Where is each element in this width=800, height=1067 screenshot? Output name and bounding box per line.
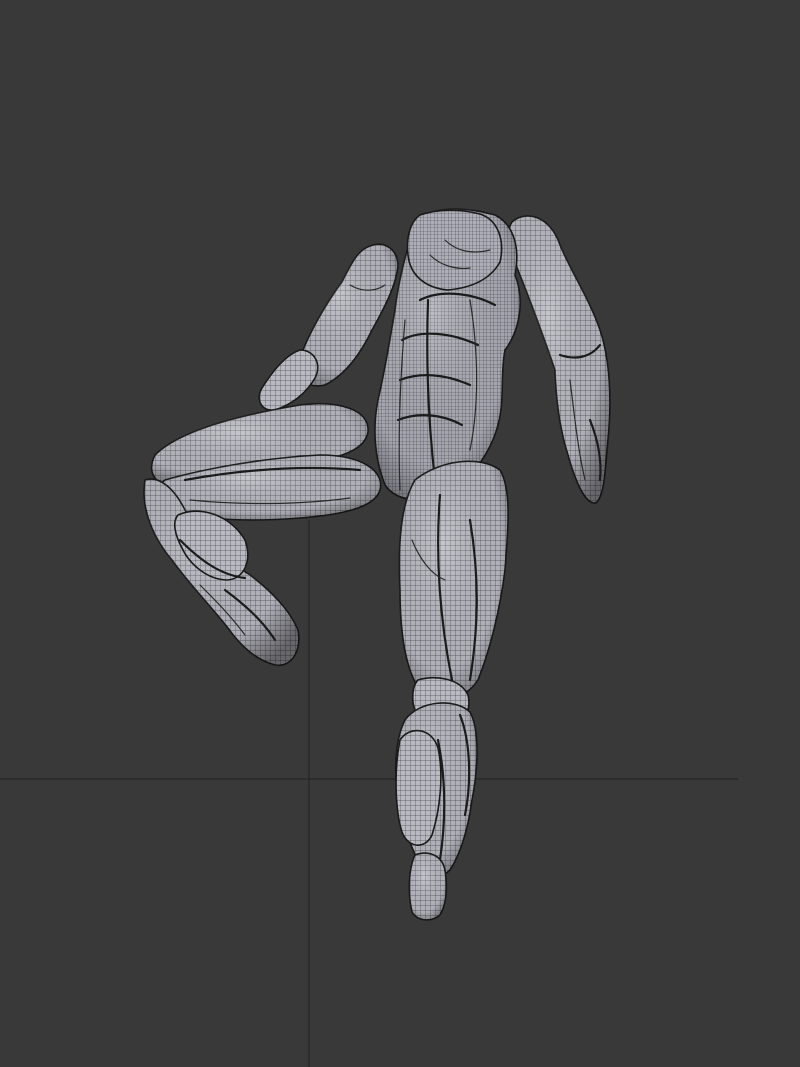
- viewport-canvas[interactable]: [0, 0, 800, 1067]
- muscle-figure[interactable]: [143, 208, 611, 921]
- left-leg[interactable]: [143, 402, 382, 666]
- 3d-viewport[interactable]: [0, 0, 800, 1067]
- torso[interactable]: [374, 208, 521, 501]
- left-arm[interactable]: [258, 243, 399, 411]
- right-arm[interactable]: [507, 215, 611, 504]
- right-leg[interactable]: [394, 460, 509, 921]
